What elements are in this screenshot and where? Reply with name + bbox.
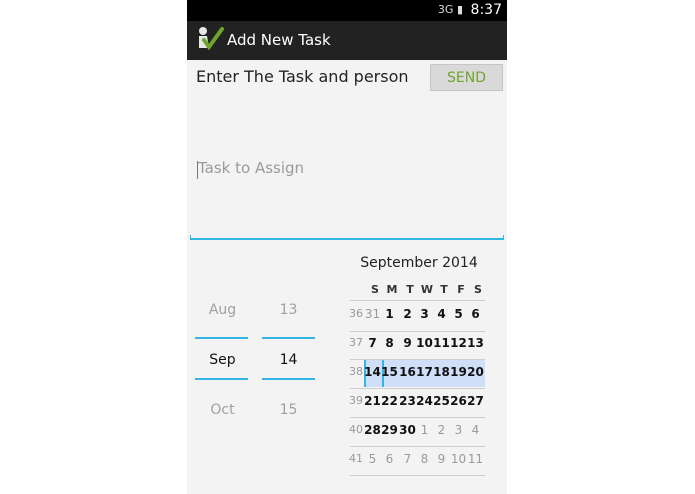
task-input[interactable]: Task to Assign xyxy=(190,152,504,240)
action-bar: Add New Task xyxy=(187,21,507,60)
calendar-day[interactable]: 9 xyxy=(399,336,416,350)
calendar-day[interactable]: 24 xyxy=(416,394,433,408)
month-divider-bottom xyxy=(195,378,248,380)
week-number: 40 xyxy=(349,423,363,436)
calendar-row-divider xyxy=(350,300,485,301)
day-selected[interactable]: 14 xyxy=(261,352,316,368)
phone-screen: 3G ▮ 8:37 Add New Task Enter The Task an… xyxy=(187,0,507,494)
calendar-day[interactable]: 18 xyxy=(433,365,450,379)
status-bar: 3G ▮ 8:37 xyxy=(187,0,507,21)
calendar-day[interactable]: 31 xyxy=(364,307,381,321)
calendar-day[interactable]: 4 xyxy=(467,423,484,437)
calendar-row-divider xyxy=(350,417,485,418)
weekday-header: T xyxy=(440,283,448,296)
calendar-day[interactable]: 4 xyxy=(433,307,450,321)
calendar-day[interactable]: 5 xyxy=(364,452,381,466)
calendar-row-divider xyxy=(350,475,485,476)
week-number: 37 xyxy=(349,336,363,349)
calendar-row-divider xyxy=(350,388,485,389)
calendar-day[interactable]: 30 xyxy=(399,423,416,437)
calendar-day[interactable]: 19 xyxy=(450,365,467,379)
calendar-day[interactable]: 6 xyxy=(467,307,484,321)
calendar-day[interactable]: 13 xyxy=(467,336,484,350)
week-number: 39 xyxy=(349,394,363,407)
calendar-day[interactable]: 26 xyxy=(450,394,467,408)
calendar-day[interactable]: 1 xyxy=(381,307,398,321)
day-next[interactable]: 15 xyxy=(261,402,316,418)
calendar-day[interactable]: 22 xyxy=(381,394,398,408)
calendar-day[interactable]: 1 xyxy=(416,423,433,437)
week-number: 38 xyxy=(349,365,363,378)
calendar-day[interactable]: 25 xyxy=(433,394,450,408)
calendar-day[interactable]: 17 xyxy=(416,365,433,379)
input-underline xyxy=(190,238,504,240)
calendar-day[interactable]: 2 xyxy=(433,423,450,437)
week-number: 41 xyxy=(349,452,363,465)
app-logo-icon[interactable] xyxy=(197,26,225,54)
task-placeholder: Task to Assign xyxy=(198,159,305,177)
calendar-day[interactable]: 21 xyxy=(364,394,381,408)
weekday-header: S xyxy=(371,283,379,296)
day-divider-top xyxy=(262,337,315,339)
calendar-day[interactable]: 11 xyxy=(433,336,450,350)
calendar-day[interactable]: 5 xyxy=(450,307,467,321)
calendar-day[interactable]: 12 xyxy=(450,336,467,350)
week-number: 36 xyxy=(349,307,363,320)
calendar-month-title: September 2014 xyxy=(360,255,478,271)
calendar-day[interactable]: 29 xyxy=(381,423,398,437)
day-prev[interactable]: 13 xyxy=(261,302,316,318)
calendar-day[interactable]: 10 xyxy=(450,452,467,466)
status-time: 8:37 xyxy=(470,2,502,18)
month-prev[interactable]: Aug xyxy=(195,302,250,318)
calendar-row-divider xyxy=(350,359,485,360)
calendar-day[interactable]: 23 xyxy=(399,394,416,408)
calendar-day[interactable]: 11 xyxy=(467,452,484,466)
calendar-day[interactable]: 8 xyxy=(416,452,433,466)
weekday-header: T xyxy=(406,283,414,296)
calendar-day[interactable]: 15 xyxy=(381,365,398,379)
calendar-day[interactable]: 8 xyxy=(381,336,398,350)
calendar-day[interactable]: 7 xyxy=(364,336,381,350)
month-selected[interactable]: Sep xyxy=(195,352,250,368)
month-divider-top xyxy=(195,337,248,339)
signal-battery-icon: 3G ▮ xyxy=(437,3,463,16)
weekday-header: W xyxy=(420,283,434,296)
calendar-day[interactable]: 2 xyxy=(399,307,416,321)
calendar-day[interactable]: 27 xyxy=(467,394,484,408)
calendar-row-divider xyxy=(350,446,485,447)
calendar-day[interactable]: 6 xyxy=(381,452,398,466)
weekday-header: S xyxy=(474,283,482,296)
calendar-day[interactable]: 10 xyxy=(416,336,433,350)
calendar-day[interactable]: 7 xyxy=(399,452,416,466)
calendar-day[interactable]: 3 xyxy=(416,307,433,321)
weekday-header: M xyxy=(386,283,398,296)
month-next[interactable]: Oct xyxy=(195,402,250,418)
calendar-day[interactable]: 9 xyxy=(433,452,450,466)
app-title: Add New Task xyxy=(227,31,331,49)
calendar-day[interactable]: 3 xyxy=(450,423,467,437)
calendar-day[interactable]: 28 xyxy=(364,423,381,437)
input-edge-right xyxy=(503,235,504,240)
send-button[interactable]: SEND xyxy=(430,64,503,91)
calendar-day[interactable]: 16 xyxy=(399,365,416,379)
form-prompt: Enter The Task and person xyxy=(196,67,409,86)
calendar-day[interactable]: 20 xyxy=(467,365,484,379)
calendar-day[interactable]: 14 xyxy=(364,365,381,379)
input-edge-left xyxy=(190,235,191,240)
calendar-row-divider xyxy=(350,331,485,332)
day-divider-bottom xyxy=(262,378,315,380)
weekday-header: F xyxy=(457,283,465,296)
